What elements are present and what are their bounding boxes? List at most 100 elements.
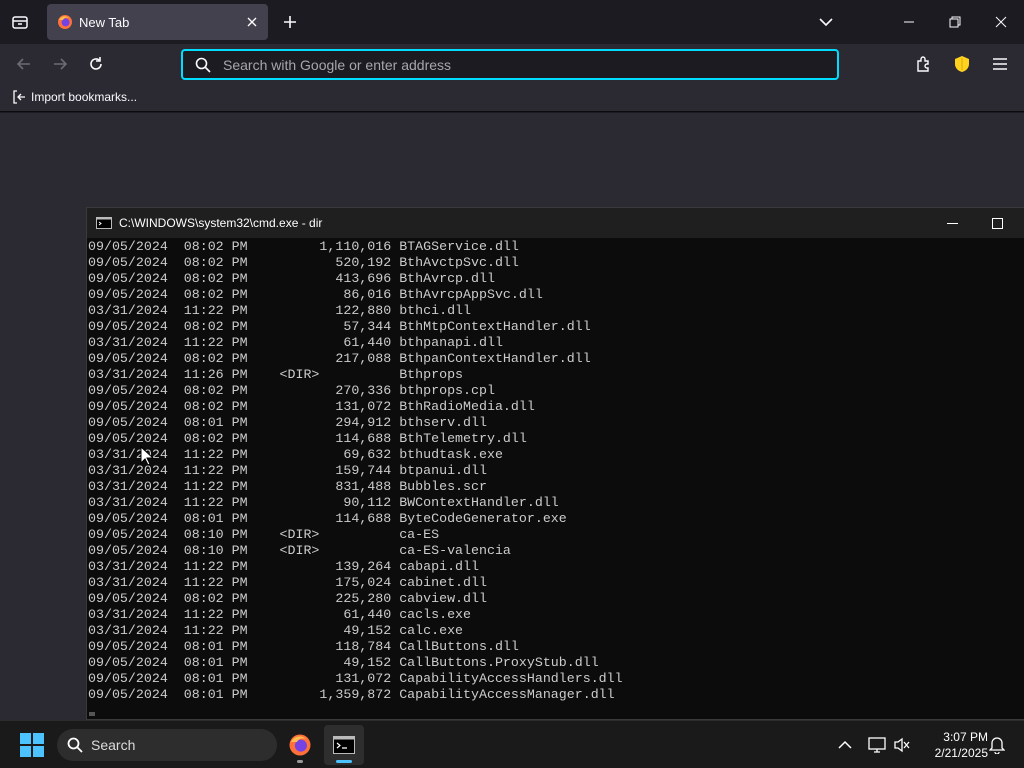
dir-line: 09/05/2024 08:01 PM 1,359,872 Capability… bbox=[88, 687, 615, 702]
taskbar-cmd[interactable] bbox=[324, 725, 364, 765]
dir-line: 03/31/2024 11:22 PM 61,440 cacls.exe bbox=[88, 607, 472, 622]
url-input[interactable] bbox=[223, 56, 837, 73]
dir-line: 09/05/2024 08:02 PM 217,088 BthpanContex… bbox=[88, 351, 591, 366]
dir-line: 09/05/2024 08:01 PM 131,072 CapabilityAc… bbox=[88, 671, 623, 686]
back-button[interactable] bbox=[10, 50, 38, 78]
window-close-button[interactable] bbox=[978, 0, 1024, 44]
running-indicator bbox=[297, 760, 303, 763]
url-bar[interactable] bbox=[181, 49, 839, 80]
dir-line: 09/05/2024 08:02 PM 225,280 cabview.dll bbox=[88, 591, 487, 606]
minimize-icon bbox=[904, 21, 914, 23]
dir-line: 09/05/2024 08:02 PM 270,336 bthprops.cpl bbox=[88, 383, 495, 398]
bell-icon bbox=[989, 737, 1005, 754]
tab-list-button[interactable] bbox=[6, 8, 34, 36]
volume-muted-icon bbox=[894, 737, 910, 753]
import-bookmarks-label: Import bookmarks... bbox=[31, 90, 138, 104]
windows-logo-icon bbox=[20, 733, 44, 757]
dir-line: 09/05/2024 08:02 PM 86,016 BthAvrcpAppSv… bbox=[88, 287, 543, 302]
dir-line: 09/05/2024 08:02 PM 1,110,016 BTAGServic… bbox=[88, 239, 519, 254]
window-minimize-button[interactable] bbox=[886, 0, 932, 44]
chevron-up-icon bbox=[838, 740, 852, 749]
extensions-button[interactable] bbox=[910, 50, 938, 78]
new-tab-button[interactable] bbox=[276, 8, 304, 36]
menu-icon bbox=[993, 58, 1007, 70]
cmd-icon bbox=[96, 217, 112, 229]
cmd-maximize-button[interactable] bbox=[977, 208, 1017, 238]
display-icon bbox=[868, 737, 886, 753]
dir-line: 09/05/2024 08:01 PM 49,152 CallButtons.P… bbox=[88, 655, 599, 670]
maximize-icon bbox=[991, 217, 1003, 229]
tab-new-tab[interactable]: New Tab bbox=[47, 4, 268, 40]
chevron-down-icon bbox=[819, 18, 833, 27]
list-all-tabs-button[interactable] bbox=[812, 8, 840, 36]
forward-button[interactable] bbox=[46, 50, 74, 78]
dir-line: 03/31/2024 11:22 PM 139,264 cabapi.dll bbox=[88, 559, 479, 574]
reload-icon bbox=[90, 57, 102, 70]
dir-line: 03/31/2024 11:22 PM 49,152 calc.exe bbox=[88, 623, 464, 638]
taskbar-search-label: Search bbox=[91, 737, 136, 753]
dir-line: 09/05/2024 08:02 PM 413,696 BthAvrcp.dll bbox=[88, 271, 495, 286]
minimize-icon bbox=[946, 222, 958, 224]
tab-bar: New Tab bbox=[0, 0, 1024, 44]
import-icon bbox=[13, 90, 25, 104]
search-icon bbox=[195, 57, 211, 73]
privacy-shield-button[interactable] bbox=[948, 50, 976, 78]
firefox-icon bbox=[58, 15, 72, 29]
volume-button[interactable] bbox=[890, 733, 914, 757]
dir-line: 09/05/2024 08:01 PM 294,912 bthserv.dll bbox=[88, 415, 487, 430]
tab-close-button[interactable] bbox=[240, 10, 264, 34]
dir-line: 09/05/2024 08:02 PM 520,192 BthAvctpSvc.… bbox=[88, 255, 519, 270]
restore-icon bbox=[949, 16, 961, 28]
terminal-icon bbox=[333, 736, 355, 754]
cmd-horizontal-scrollbar[interactable] bbox=[87, 709, 1024, 719]
firefox-icon bbox=[289, 734, 311, 756]
dir-line: 09/05/2024 08:02 PM 114,688 BthTelemetry… bbox=[88, 431, 527, 446]
plus-icon bbox=[284, 16, 296, 28]
dir-line: 09/05/2024 08:02 PM 57,344 BthMtpContext… bbox=[88, 319, 591, 334]
close-icon bbox=[247, 17, 257, 27]
window-restore-button[interactable] bbox=[932, 0, 978, 44]
shield-icon bbox=[955, 56, 969, 72]
dir-line: 03/31/2024 11:22 PM 69,632 bthudtask.exe bbox=[88, 447, 503, 462]
close-icon bbox=[995, 16, 1007, 28]
dir-line: 09/05/2024 08:01 PM 118,784 CallButtons.… bbox=[88, 639, 519, 654]
import-bookmarks-button[interactable]: Import bookmarks... bbox=[12, 90, 137, 104]
show-hidden-icons-button[interactable] bbox=[833, 733, 857, 757]
mouse-cursor-icon bbox=[140, 446, 154, 466]
back-icon bbox=[16, 58, 30, 70]
cmd-minimize-button[interactable] bbox=[932, 208, 972, 238]
network-button[interactable] bbox=[865, 733, 889, 757]
notifications-button[interactable] bbox=[985, 733, 1009, 757]
dir-line: 09/05/2024 08:10 PM <DIR> ca-ES bbox=[88, 527, 440, 542]
navigation-toolbar bbox=[0, 44, 1024, 84]
cmd-window[interactable]: C:\WINDOWS\system32\cmd.exe - dir 09/05/… bbox=[86, 207, 1024, 720]
dir-line: 03/31/2024 11:22 PM 159,744 btpanui.dll bbox=[88, 463, 487, 478]
taskbar-clock[interactable]: 3:07 PM 2/21/2025 bbox=[918, 729, 988, 761]
dir-line: 09/05/2024 08:10 PM <DIR> ca-ES-valencia bbox=[88, 543, 511, 558]
cmd-titlebar[interactable]: C:\WINDOWS\system32\cmd.exe - dir bbox=[87, 208, 1024, 238]
dir-line: 03/31/2024 11:22 PM 122,880 bthci.dll bbox=[88, 303, 472, 318]
forward-icon bbox=[54, 58, 68, 70]
start-button[interactable] bbox=[13, 729, 51, 761]
dir-line: 03/31/2024 11:22 PM 61,440 bthpanapi.dll bbox=[88, 335, 503, 350]
taskbar: Search 3:07 PM 2/21/2025 bbox=[0, 720, 1024, 768]
reload-button[interactable] bbox=[82, 50, 110, 78]
dir-line: 03/31/2024 11:22 PM 831,488 Bubbles.scr bbox=[88, 479, 487, 494]
clock-time: 3:07 PM bbox=[943, 730, 988, 744]
app-menu-button[interactable] bbox=[986, 50, 1014, 78]
tab-list-icon bbox=[12, 16, 28, 29]
dir-line: 09/05/2024 08:02 PM 131,072 BthRadioMedi… bbox=[88, 399, 535, 414]
taskbar-firefox[interactable] bbox=[280, 725, 320, 765]
cmd-output[interactable]: 09/05/2024 08:02 PM 1,110,016 BTAGServic… bbox=[88, 239, 1024, 709]
dir-line: 03/31/2024 11:22 PM 90,112 BWContextHand… bbox=[88, 495, 559, 510]
tab-title: New Tab bbox=[79, 14, 130, 30]
clock-date: 2/21/2025 bbox=[934, 746, 988, 760]
search-icon bbox=[67, 737, 83, 753]
active-indicator bbox=[336, 760, 352, 763]
taskbar-search[interactable]: Search bbox=[57, 729, 277, 761]
cmd-title: C:\WINDOWS\system32\cmd.exe - dir bbox=[119, 216, 323, 230]
scroll-left-arrow[interactable] bbox=[89, 712, 95, 716]
dir-line: 03/31/2024 11:22 PM 175,024 cabinet.dll bbox=[88, 575, 487, 590]
dir-line: 09/05/2024 08:01 PM 114,688 ByteCodeGene… bbox=[88, 511, 567, 526]
extensions-icon bbox=[917, 56, 929, 72]
